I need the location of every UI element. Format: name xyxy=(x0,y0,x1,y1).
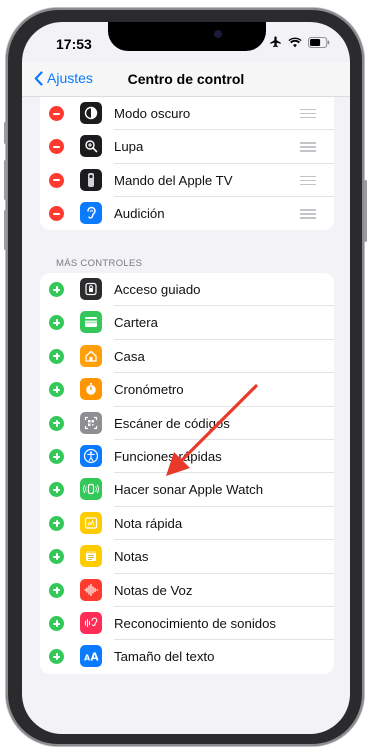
sound-recognition-icon xyxy=(80,612,102,634)
add-control-button[interactable] xyxy=(49,382,64,398)
included-controls-list: Modo oscuro Lupa Mando del Apple TV Audi… xyxy=(40,97,334,230)
row-label: Audición xyxy=(114,206,165,222)
remove-control-button[interactable] xyxy=(49,139,64,155)
row-label: Notas xyxy=(114,549,149,565)
row-label: Lupa xyxy=(114,139,144,155)
add-control-button[interactable] xyxy=(49,348,64,364)
page-title: Centro de control xyxy=(127,71,245,87)
quick-note-icon xyxy=(80,511,102,534)
row-label: Reconocimiento de sonidos xyxy=(114,616,277,631)
list-item[interactable]: Cartera xyxy=(40,306,334,340)
list-item[interactable]: Mando del Apple TV xyxy=(40,164,334,198)
lock-icon xyxy=(80,278,102,300)
status-icons xyxy=(269,36,330,48)
add-control-button[interactable] xyxy=(49,282,64,297)
row-label: Casa xyxy=(114,348,145,364)
home-icon xyxy=(80,344,102,367)
row-label: Hacer sonar Apple Watch xyxy=(114,482,264,498)
ear-icon xyxy=(80,202,102,225)
wifi-icon xyxy=(288,37,302,47)
row-label: Acceso guiado xyxy=(114,282,201,297)
add-control-button[interactable] xyxy=(49,616,64,631)
add-control-button[interactable] xyxy=(49,549,64,565)
navigation-bar: Ajustes Centro de control xyxy=(22,62,350,97)
notes-icon xyxy=(80,545,102,568)
magnifier-icon xyxy=(80,135,102,158)
row-label: Funciones rápidas xyxy=(114,449,222,464)
row-label: Cartera xyxy=(114,315,158,331)
add-control-button[interactable] xyxy=(49,415,64,431)
front-camera xyxy=(214,30,222,38)
reorder-handle[interactable] xyxy=(300,142,316,154)
reorder-handle[interactable] xyxy=(300,109,316,121)
list-item[interactable]: Funciones rápidas xyxy=(40,440,334,474)
airplane-icon xyxy=(270,36,281,48)
notch xyxy=(108,22,266,51)
list-item[interactable]: Hacer sonar Apple Watch xyxy=(40,473,334,507)
accessibility-icon xyxy=(80,445,102,467)
wallet-icon xyxy=(80,311,102,334)
list-item[interactable]: Reconocimiento de sonidos xyxy=(40,607,334,641)
remove-control-button[interactable] xyxy=(49,206,64,222)
list-item[interactable]: AA Tamaño del texto xyxy=(40,640,334,673)
list-item[interactable]: Acceso guiado xyxy=(40,273,334,307)
add-control-button[interactable] xyxy=(49,449,64,464)
status-time: 17:53 xyxy=(56,36,92,52)
remove-control-button[interactable] xyxy=(49,172,64,188)
text-size-icon: AA xyxy=(80,645,102,668)
row-label: Tamaño del texto xyxy=(114,649,215,665)
volume-down-button xyxy=(4,210,7,250)
add-control-button[interactable] xyxy=(49,482,64,498)
svg-text:A: A xyxy=(91,652,100,663)
list-item[interactable]: Notas xyxy=(40,540,334,574)
reorder-handle[interactable] xyxy=(300,209,316,221)
list-item[interactable]: Notas de Voz xyxy=(40,574,334,607)
row-label: Notas de Voz xyxy=(114,582,193,598)
power-button xyxy=(364,180,367,242)
ping-watch-icon xyxy=(80,478,102,501)
apple-tv-remote-icon xyxy=(80,168,102,191)
add-control-button[interactable] xyxy=(49,315,64,331)
list-item[interactable]: Escáner de códigos xyxy=(40,407,334,440)
list-item[interactable]: Nota rápida xyxy=(40,507,334,541)
add-control-button[interactable] xyxy=(49,582,64,598)
silent-switch xyxy=(4,122,7,144)
voice-memos-icon xyxy=(80,578,102,601)
volume-up-button xyxy=(4,160,7,200)
more-controls-header: MÁS CONTROLES xyxy=(56,258,143,269)
stopwatch-icon xyxy=(80,378,102,401)
qr-scanner-icon xyxy=(80,411,102,434)
reorder-handle[interactable] xyxy=(300,175,316,188)
list-item[interactable]: Audición xyxy=(40,197,334,230)
battery-icon xyxy=(308,36,330,48)
list-item[interactable]: Lupa xyxy=(40,130,334,164)
row-label: Cronómetro xyxy=(114,382,184,398)
list-item[interactable]: Casa xyxy=(40,340,334,374)
more-controls-list: Acceso guiado Cartera Casa Cronómetro Es… xyxy=(40,273,334,674)
row-label: Nota rápida xyxy=(114,515,183,531)
row-label: Escáner de códigos xyxy=(114,415,230,431)
row-label: Mando del Apple TV xyxy=(114,172,233,188)
add-control-button[interactable] xyxy=(49,515,64,531)
add-control-button[interactable] xyxy=(49,649,64,665)
screen: 17:53 Ajustes Centro de control Modo osc… xyxy=(22,22,350,734)
row-label: Modo oscuro xyxy=(114,106,191,121)
dark-mode-icon xyxy=(80,102,102,124)
remove-control-button[interactable] xyxy=(49,106,64,121)
list-item[interactable]: Modo oscuro xyxy=(40,97,334,131)
list-item[interactable]: Cronómetro xyxy=(40,373,334,407)
